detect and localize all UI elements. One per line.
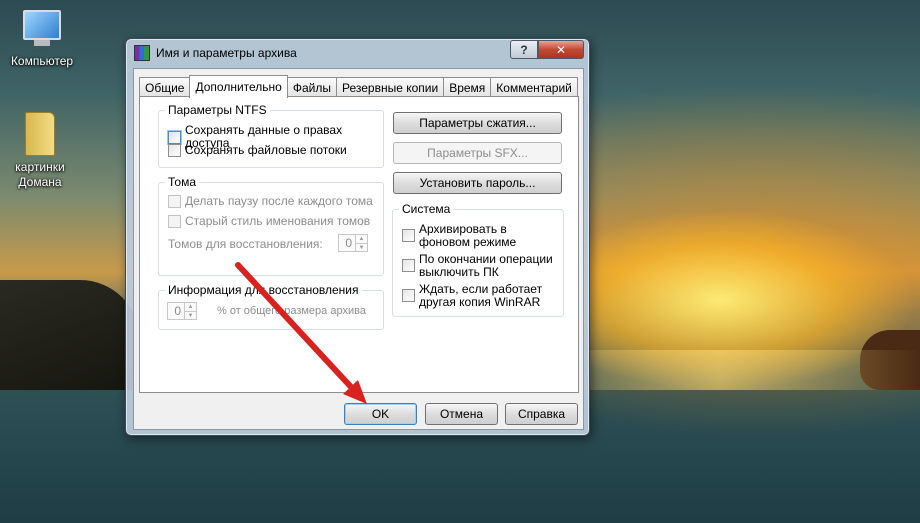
tab-general[interactable]: Общие <box>139 77 191 97</box>
spin-down-icon[interactable]: ▼ <box>356 243 367 252</box>
ntfs-group: Параметры NTFS Сохранять данные о правах… <box>158 103 384 168</box>
background-archiving-checkbox[interactable] <box>402 229 415 242</box>
recovery-volumes-value: 0 <box>345 236 352 250</box>
background-archiving-option[interactable]: Архивировать в фоновом режиме <box>402 223 557 249</box>
recovery-percent-value: 0 <box>174 304 181 318</box>
desktop-icon-label: Компьютер <box>10 54 74 68</box>
shore-rocks <box>0 280 140 390</box>
recovery-percent-stepper[interactable]: 0 ▲ ▼ <box>167 302 197 320</box>
spin-up-icon[interactable]: ▲ <box>356 235 367 243</box>
pause-after-volume-checkbox[interactable] <box>168 195 181 208</box>
recovery-info-group: Информация для восстановления 0 ▲ ▼ % от… <box>158 283 384 330</box>
shutdown-label: По окончании операции выключить ПК <box>419 252 553 279</box>
old-naming-style-checkbox[interactable] <box>168 215 181 228</box>
wait-other-copy-label: Ждать, если работает другая копия WinRAR <box>419 282 543 309</box>
tab-files[interactable]: Файлы <box>286 77 337 97</box>
close-icon: ✕ <box>555 42 567 57</box>
sfx-params-button[interactable]: Параметры SFX... <box>393 142 562 164</box>
shutdown-checkbox[interactable] <box>402 259 415 272</box>
save-file-streams-label: Сохранять файловые потоки <box>185 143 347 157</box>
desktop-icon-label: картинки Домана <box>15 160 65 189</box>
cancel-button[interactable]: Отмена <box>425 403 498 425</box>
title-bar[interactable]: Имя и параметры архива ? ✕ <box>126 39 589 67</box>
help-button[interactable]: ? <box>510 40 538 59</box>
tab-strip: Общие Дополнительно Файлы Резервные копи… <box>139 75 578 98</box>
ntfs-group-title: Параметры NTFS <box>165 103 270 117</box>
system-group-title: Система <box>399 202 454 216</box>
recovery-percent-unit: % от общего размера архива <box>217 305 366 317</box>
recovery-volumes-label: Томов для восстановления: <box>168 237 323 251</box>
pause-after-volume-label: Делать паузу после каждого тома <box>185 194 373 208</box>
save-file-streams-checkbox[interactable] <box>168 144 181 157</box>
recovery-info-group-title: Информация для восстановления <box>165 283 362 297</box>
volumes-group-title: Тома <box>165 175 199 189</box>
old-naming-style-option[interactable]: Старый стиль именования томов <box>168 215 370 228</box>
wait-other-copy-checkbox[interactable] <box>402 289 415 302</box>
dialog-title: Имя и параметры архива <box>156 46 297 60</box>
tab-backup[interactable]: Резервные копии <box>335 77 445 97</box>
spin-up-icon[interactable]: ▲ <box>185 303 196 311</box>
advanced-tab-panel: Параметры NTFS Сохранять данные о правах… <box>139 96 579 393</box>
save-access-rights-checkbox[interactable] <box>168 130 181 144</box>
background-archiving-label: Архивировать в фоновом режиме <box>419 222 517 249</box>
pause-after-volume-option[interactable]: Делать паузу после каждого тома <box>168 195 373 208</box>
tab-comment[interactable]: Комментарий <box>490 77 578 97</box>
help-footer-button[interactable]: Справка <box>505 403 578 425</box>
shutdown-option[interactable]: По окончании операции выключить ПК <box>402 253 557 279</box>
desktop-icon-computer[interactable]: Компьютер <box>2 10 82 69</box>
computer-icon <box>22 10 62 50</box>
close-button[interactable]: ✕ <box>538 40 584 59</box>
tab-time[interactable]: Время <box>443 77 492 97</box>
volumes-group: Тома Делать паузу после каждого тома Ста… <box>158 175 384 276</box>
set-password-button[interactable]: Установить пароль... <box>393 172 562 194</box>
archive-options-dialog: Имя и параметры архива ? ✕ Общие Дополни… <box>125 38 590 436</box>
system-group: Система Архивировать в фоновом режиме По… <box>392 202 564 317</box>
desktop-icon-folder[interactable]: картинки Домана <box>0 112 80 190</box>
recovery-volumes-stepper[interactable]: 0 ▲ ▼ <box>338 234 368 252</box>
wait-other-copy-option[interactable]: Ждать, если работает другая копия WinRAR <box>402 283 557 309</box>
folder-icon <box>25 112 55 156</box>
winrar-icon <box>134 45 150 61</box>
tab-advanced[interactable]: Дополнительно <box>189 75 288 98</box>
dialog-client: Общие Дополнительно Файлы Резервные копи… <box>133 68 584 430</box>
old-naming-style-label: Старый стиль именования томов <box>185 214 371 228</box>
save-file-streams-option[interactable]: Сохранять файловые потоки <box>168 144 347 157</box>
spin-down-icon[interactable]: ▼ <box>185 311 196 320</box>
compression-params-button[interactable]: Параметры сжатия... <box>393 112 562 134</box>
ok-button[interactable]: OK <box>344 403 417 425</box>
